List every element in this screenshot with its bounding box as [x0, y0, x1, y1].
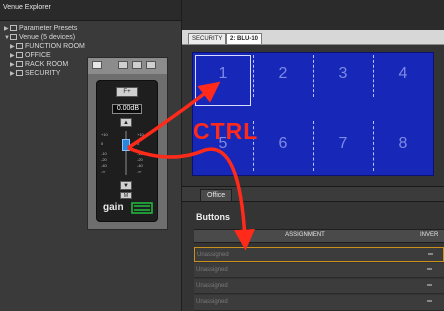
ctrl-annotation: CTRL	[193, 118, 259, 144]
annotation-arrows	[127, 81, 255, 251]
